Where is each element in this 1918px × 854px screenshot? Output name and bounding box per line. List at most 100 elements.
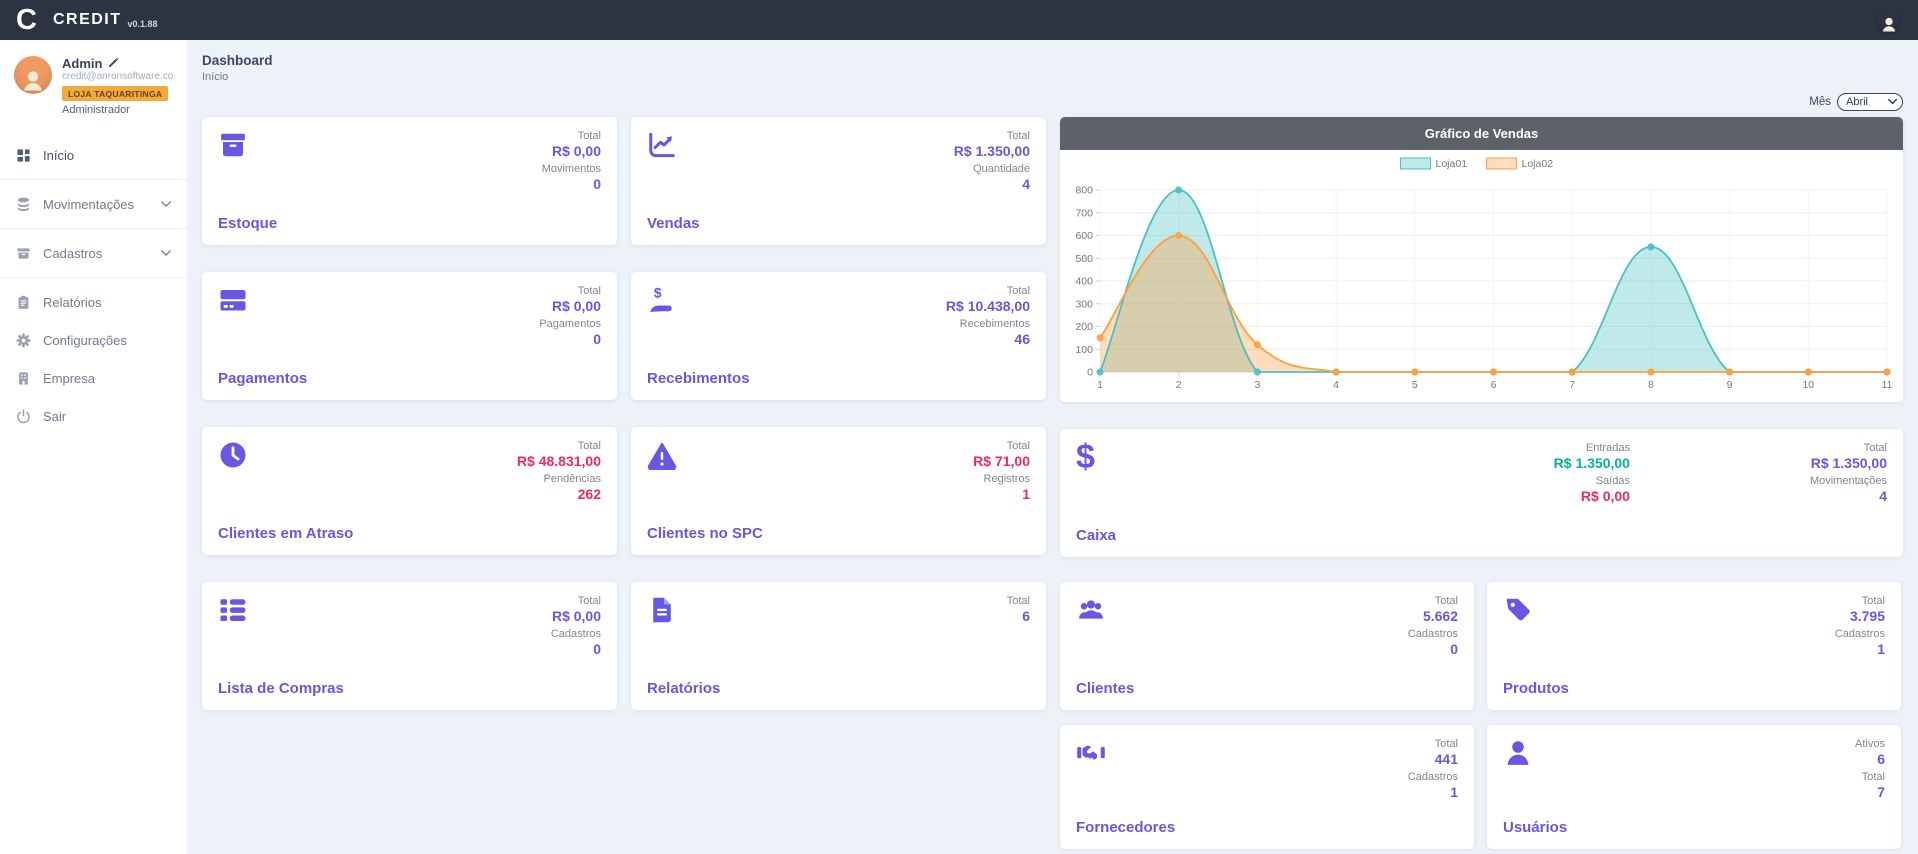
- credit-card-icon: [218, 285, 248, 320]
- stat-value: R$ 0,00: [1581, 488, 1630, 504]
- card-relatorios[interactable]: Relatórios Total 6: [631, 582, 1046, 710]
- sidebar-item-cadastros[interactable]: Cadastros: [0, 234, 187, 272]
- chart-line-icon: [647, 130, 677, 165]
- card-title: Produtos: [1503, 680, 1569, 697]
- topbar-avatar[interactable]: [1875, 7, 1902, 34]
- svg-text:2: 2: [1176, 379, 1182, 391]
- card-title: Relatórios: [647, 680, 720, 697]
- month-filter-label: Mês: [1809, 96, 1831, 108]
- sidebar-item-relatorios[interactable]: Relatórios: [0, 283, 187, 321]
- menu-divider: [0, 228, 187, 229]
- sidebar-item-label: Empresa: [43, 371, 95, 386]
- sidebar-item-label: Sair: [43, 409, 66, 424]
- card-clientes[interactable]: Clientes Total 5.662 Cadastros 0: [1060, 582, 1474, 710]
- card-title: Usuários: [1503, 819, 1567, 836]
- card-title: Fornecedores: [1076, 819, 1175, 836]
- stat-label: Total: [1435, 738, 1458, 750]
- card-caixa[interactable]: $ Caixa Entradas R$ 1.350,00 Saídas R$ 0…: [1060, 429, 1903, 557]
- card-clientes-em-atraso[interactable]: Clientes em Atraso Total R$ 48.831,00 Pe…: [202, 427, 617, 555]
- menu-divider: [0, 277, 187, 278]
- sidebar-item-empresa[interactable]: Empresa: [0, 359, 187, 397]
- grid-icon: [16, 148, 31, 163]
- stat-value: 3.795: [1850, 608, 1885, 624]
- sidebar-item-configuracoes[interactable]: Configurações: [0, 321, 187, 359]
- sidebar-item-sair[interactable]: Sair: [0, 397, 187, 435]
- user-block: Admin credit@anronsoftware.co... LOJA TA…: [0, 40, 187, 126]
- menu-divider: [0, 179, 187, 180]
- stat-label: Total: [1007, 595, 1030, 607]
- sales-chart: 01002003004005006007008001234567891011Lo…: [1060, 150, 1903, 402]
- handshake-icon: [1076, 738, 1106, 773]
- stat-label: Total: [578, 285, 601, 297]
- sidebar-item-label: Movimentações: [43, 197, 134, 212]
- stat-value: 0: [593, 641, 601, 657]
- stat-label: Total: [1007, 440, 1030, 452]
- sidebar-item-label: Início: [43, 148, 74, 163]
- stat-value: 1: [1022, 486, 1030, 502]
- stat-value: 7: [1877, 784, 1885, 800]
- stat-value: 4: [1022, 176, 1030, 192]
- stat-value: 6: [1022, 608, 1030, 624]
- user-avatar-icon: [19, 66, 47, 94]
- stat-value: R$ 48.831,00: [517, 453, 601, 469]
- sidebar: Admin credit@anronsoftware.co... LOJA TA…: [0, 40, 187, 854]
- sidebar-item-movimentacoes[interactable]: Movimentações: [0, 185, 187, 223]
- stat-label: Cadastros: [1408, 771, 1458, 783]
- card-lista-de-compras[interactable]: Lista de Compras Total R$ 0,00 Cadastros…: [202, 582, 617, 710]
- warning-triangle-icon: [647, 440, 677, 475]
- stat-label: Ativos: [1855, 738, 1885, 750]
- card-usuarios[interactable]: Usuários Ativos 6 Total 7: [1487, 725, 1901, 849]
- stat-value: 0: [593, 331, 601, 347]
- stat-value: 262: [578, 486, 601, 502]
- database-icon: [16, 197, 31, 212]
- sidebar-avatar[interactable]: [14, 56, 52, 94]
- card-recebimentos[interactable]: $ Recebimentos Total R$ 10.438,00 Recebi…: [631, 272, 1046, 400]
- card-estoque[interactable]: Estoque Total R$ 0,00 Movimentos 0: [202, 117, 617, 245]
- stat-value: R$ 10.438,00: [946, 298, 1030, 314]
- summary-cards-right: Clientes Total 5.662 Cadastros 0: [1060, 582, 1903, 849]
- stat-value: R$ 1.350,00: [954, 143, 1030, 159]
- svg-text:5: 5: [1412, 379, 1418, 391]
- stat-value: 441: [1435, 751, 1458, 767]
- card-clientes-no-spc[interactable]: Clientes no SPC Total R$ 71,00 Registros…: [631, 427, 1046, 555]
- chevron-down-icon: [161, 197, 171, 212]
- user-email: credit@anronsoftware.co...: [62, 71, 175, 82]
- stat-label: Total: [578, 130, 601, 142]
- svg-text:8: 8: [1648, 379, 1654, 391]
- card-title: Recebimentos: [647, 370, 750, 387]
- card-title: Vendas: [647, 215, 700, 232]
- card-produtos[interactable]: Produtos Total 3.795 Cadastros 1: [1487, 582, 1901, 710]
- list-icon: [218, 595, 248, 630]
- stat-label: Movimentações: [1810, 475, 1887, 487]
- month-select[interactable]: Abril: [1837, 93, 1903, 111]
- svg-text:6: 6: [1491, 379, 1497, 391]
- stat-label: Total: [578, 595, 601, 607]
- box-icon: [218, 130, 248, 165]
- stat-label: Registros: [984, 473, 1030, 485]
- gear-icon: [16, 333, 31, 348]
- sidebar-item-inicio[interactable]: Início: [0, 136, 187, 174]
- stat-value: 1: [1450, 784, 1458, 800]
- svg-text:300: 300: [1075, 298, 1093, 310]
- svg-text:Loja02: Loja02: [1522, 158, 1554, 170]
- stat-value: 0: [593, 176, 601, 192]
- card-vendas[interactable]: Vendas Total R$ 1.350,00 Quantidade 4: [631, 117, 1046, 245]
- page-subtitle: Início: [202, 71, 1903, 83]
- stat-label: Pendências: [544, 473, 602, 485]
- stat-value: R$ 71,00: [973, 453, 1030, 469]
- stat-label: Recebimentos: [960, 318, 1030, 330]
- main-content: Dashboard Início Mês Abril Estoque: [187, 40, 1918, 854]
- app-window: C CREDIT v0.1.88 Admin credit@anronsoftw…: [0, 0, 1918, 854]
- card-title: Pagamentos: [218, 370, 307, 387]
- svg-text:4: 4: [1333, 379, 1339, 391]
- pencil-icon[interactable]: [107, 58, 118, 69]
- breadcrumb: Dashboard Início: [202, 53, 1903, 83]
- stat-label: Total: [1862, 595, 1885, 607]
- card-fornecedores[interactable]: Fornecedores Total 441 Cadastros 1: [1060, 725, 1474, 849]
- stat-value: 46: [1014, 331, 1030, 347]
- card-title: Clientes em Atraso: [218, 525, 353, 542]
- svg-text:200: 200: [1075, 321, 1093, 333]
- stat-label: Total: [1007, 285, 1030, 297]
- svg-text:100: 100: [1075, 344, 1093, 356]
- card-pagamentos[interactable]: Pagamentos Total R$ 0,00 Pagamentos 0: [202, 272, 617, 400]
